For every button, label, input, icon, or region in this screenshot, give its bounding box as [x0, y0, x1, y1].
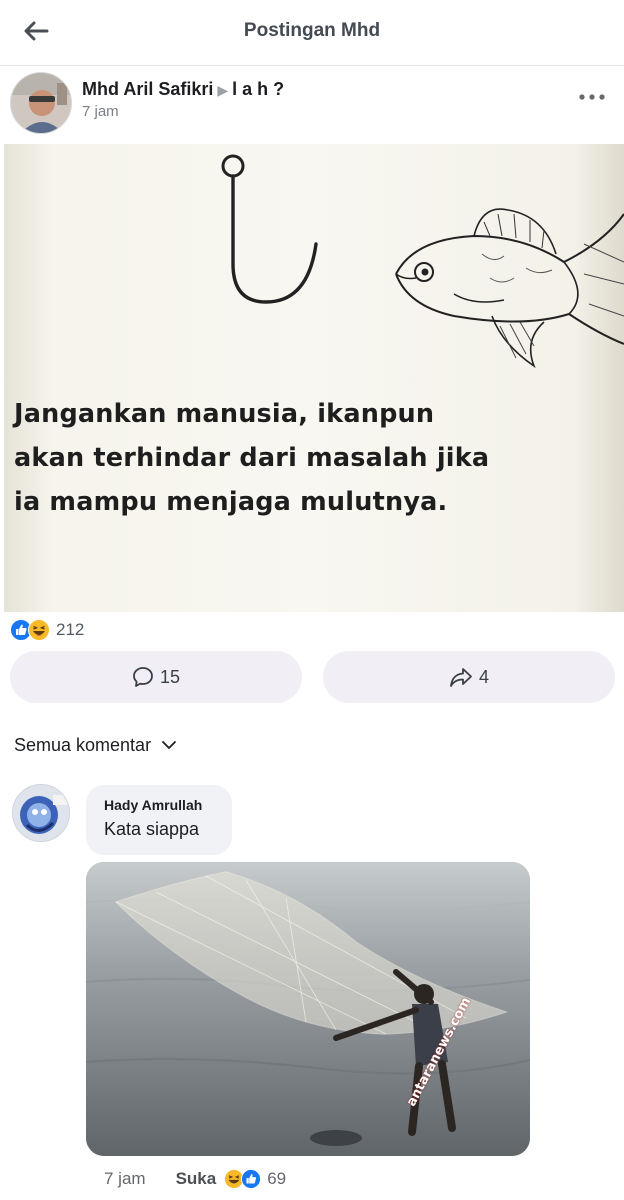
post-reactions[interactable]: 212 [10, 618, 84, 642]
comment-text: Kata siappa [104, 819, 200, 839]
comment-filter-label: Semua komentar [14, 734, 152, 755]
commenter-avatar[interactable] [12, 784, 70, 842]
author-line: Mhd Aril Safikri ▶ l a h ? [82, 79, 284, 100]
post-target[interactable]: l a h ? [232, 79, 284, 99]
quote-line: Jangankan manusia, ikanpun [14, 399, 435, 429]
avatar-photo [11, 73, 71, 133]
avatar-photo [13, 785, 69, 841]
quote-line: akan terhindar dari masalah jika [14, 443, 490, 473]
comment-bubble[interactable]: Hady Amrullah Kata siappa [86, 785, 232, 855]
author-name[interactable]: Mhd Aril Safikri [82, 79, 213, 99]
comment-image[interactable]: antaranews.com [86, 862, 530, 1156]
author-avatar[interactable] [10, 72, 72, 134]
haha-reaction-icon [28, 619, 50, 641]
comment-time[interactable]: 7 jam [104, 1169, 146, 1189]
share-count: 4 [478, 666, 489, 687]
post-image[interactable]: Jangankan manusia, ikanpun akan terhinda… [4, 144, 624, 612]
more-options-button[interactable] [572, 84, 612, 110]
reaction-count: 212 [56, 620, 85, 639]
like-reaction-icon [241, 1169, 262, 1189]
quote-text: Jangankan manusia, ikanpun akan terhinda… [14, 392, 614, 524]
comment-footer: 7 jam Suka 69 [104, 1166, 286, 1192]
commenter-name[interactable]: Hady Amrullah [104, 797, 232, 813]
comment-icon [133, 667, 153, 687]
post-time[interactable]: 7 jam [82, 103, 119, 120]
post-header: Mhd Aril Safikri ▶ l a h ? 7 jam [0, 66, 624, 144]
comment-filter-dropdown[interactable]: Semua komentar [14, 732, 177, 758]
comment-count: 15 [159, 666, 181, 687]
share-arrow-icon: ▶ [217, 82, 229, 98]
comment-reaction-count[interactable]: 69 [267, 1169, 286, 1189]
share-button[interactable]: 4 [323, 651, 615, 703]
chevron-down-icon [162, 741, 176, 749]
fish-hook-illustration [221, 154, 624, 369]
page-title: Postingan Mhd [243, 20, 381, 41]
quote-line: ia mampu menjaga mulutnya. [14, 487, 448, 517]
top-bar: Postingan Mhd [0, 0, 624, 66]
post-page: Postingan Mhd Mhd Aril Safikri ▶ l a h ? 7… [0, 0, 624, 1200]
like-comment-button[interactable]: Suka [176, 1169, 217, 1189]
more-horizontal-icon [579, 94, 605, 100]
comment-button[interactable]: 15 [10, 651, 302, 703]
share-icon [450, 668, 472, 687]
